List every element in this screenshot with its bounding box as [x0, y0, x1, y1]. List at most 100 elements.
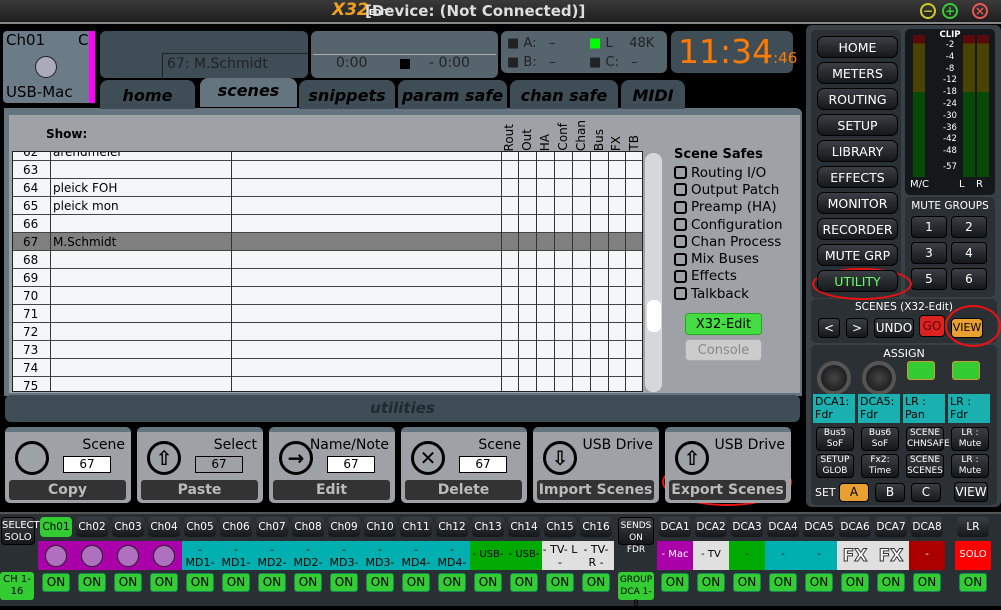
table-row[interactable]: 69 — [13, 269, 642, 287]
tab-snippets[interactable]: snippets — [299, 80, 395, 109]
channel-select-dca1[interactable]: DCA1 — [659, 517, 691, 537]
on-button[interactable]: ON — [186, 573, 214, 592]
table-row[interactable]: 67 M.Schmidt — [13, 233, 642, 251]
stop-icon[interactable] — [400, 59, 410, 69]
minimize-icon[interactable]: − — [920, 3, 936, 19]
channel-select-dca6[interactable]: DCA6 — [839, 517, 871, 537]
on-button[interactable]: ON — [546, 573, 574, 592]
channel-select-ch06[interactable]: Ch06 — [220, 517, 252, 537]
assign-knob[interactable] — [952, 361, 980, 380]
table-row[interactable]: 65 pleick mon — [13, 197, 642, 215]
mute-group-4[interactable]: 4 — [951, 242, 987, 264]
x32edit-button[interactable]: X32-Edit — [685, 313, 762, 335]
on-button[interactable]: ON — [294, 573, 322, 592]
safe-checkbox[interactable]: Mix Buses — [674, 250, 783, 267]
checkbox-icon[interactable] — [674, 235, 687, 249]
assign-button[interactable]: Fx2: Time — [861, 454, 899, 478]
nav-library[interactable]: LIBRARY — [817, 140, 898, 162]
on-button[interactable]: ON — [42, 573, 70, 592]
nav-mute-grp[interactable]: MUTE GRP — [817, 244, 898, 266]
mute-group-2[interactable]: 2 — [951, 216, 987, 238]
assign-button[interactable]: Bus6 SoF — [861, 427, 899, 451]
on-button[interactable]: ON — [959, 573, 987, 592]
paste-icon[interactable]: ⇧ — [147, 441, 181, 475]
mute-group-6[interactable]: 6 — [951, 268, 987, 290]
on-button[interactable]: ON — [366, 573, 394, 592]
on-button[interactable]: ON — [258, 573, 286, 592]
nav-routing[interactable]: ROUTING — [817, 88, 898, 110]
channel-select-ch07[interactable]: Ch07 — [256, 517, 288, 537]
set-c-button[interactable]: C — [911, 483, 941, 502]
on-button[interactable]: ON — [769, 573, 797, 592]
channel-select-ch14[interactable]: Ch14 — [508, 517, 540, 537]
usb-import-icon[interactable]: ⇩ — [543, 441, 577, 475]
channel-select-ch02[interactable]: Ch02 — [76, 517, 108, 537]
checkbox-icon[interactable] — [674, 200, 687, 214]
scene-number-field[interactable]: 67 — [327, 456, 375, 473]
copy-icon[interactable] — [15, 441, 49, 475]
channel-select-ch15[interactable]: Ch15 — [544, 517, 576, 537]
on-button[interactable]: ON — [582, 573, 610, 592]
next-scene-button[interactable]: > — [846, 318, 868, 338]
scrollbar[interactable] — [645, 153, 662, 392]
scene-number-field[interactable]: 67 — [63, 456, 111, 473]
delete-button[interactable]: Delete — [405, 480, 522, 500]
tab-home[interactable]: home — [100, 80, 195, 109]
table-row[interactable]: 75 — [13, 377, 642, 391]
undo-button[interactable]: UNDO — [874, 318, 914, 338]
on-button[interactable]: ON — [913, 573, 941, 592]
checkbox-icon[interactable] — [674, 287, 687, 301]
group-dca-button[interactable]: GROUP DCA 1-8 — [618, 572, 654, 609]
assign-knob[interactable] — [862, 361, 896, 395]
scene-number-field[interactable]: 67 — [459, 456, 507, 473]
usb-export-icon[interactable]: ⇧ — [675, 441, 709, 475]
scene-number-field[interactable]: 67 — [195, 456, 243, 473]
nav-monitor[interactable]: MONITOR — [817, 192, 898, 214]
safe-checkbox[interactable]: Configuration — [674, 216, 783, 233]
tab-scenes[interactable]: scenes — [200, 78, 297, 107]
export-scenes-button[interactable]: Export Scenes — [669, 480, 786, 500]
checkbox-icon[interactable] — [674, 166, 687, 180]
channel-select-ch01[interactable]: Ch01 — [40, 517, 72, 537]
select-solo-button[interactable]: SELECT SOLO — [1, 517, 40, 545]
channel-select-ch10[interactable]: Ch10 — [364, 517, 396, 537]
tab-chan-safe[interactable]: chan safe — [510, 80, 618, 109]
channel-select-ch03[interactable]: Ch03 — [112, 517, 144, 537]
on-button[interactable]: ON — [877, 573, 905, 592]
table-row[interactable]: 70 — [13, 287, 642, 305]
on-button[interactable]: ON — [222, 573, 250, 592]
mute-group-5[interactable]: 5 — [911, 268, 947, 290]
channel-select-ch12[interactable]: Ch12 — [436, 517, 468, 537]
checkbox-icon[interactable] — [674, 252, 687, 266]
on-button[interactable]: ON — [510, 573, 538, 592]
nav-utility[interactable]: UTILITY — [817, 270, 898, 292]
mute-group-3[interactable]: 3 — [911, 242, 947, 264]
table-row[interactable]: 74 — [13, 359, 642, 377]
sends-on-fader-button[interactable]: SENDS ON FDR — [618, 517, 654, 555]
on-button[interactable]: ON — [438, 573, 466, 592]
close-icon[interactable]: × — [972, 3, 988, 19]
copy-button[interactable]: Copy — [9, 480, 126, 500]
edit-button[interactable]: Edit — [273, 480, 390, 500]
nav-effects[interactable]: EFFECTS — [817, 166, 898, 188]
import-scenes-button[interactable]: Import Scenes — [537, 480, 654, 500]
on-button[interactable]: ON — [474, 573, 502, 592]
on-button[interactable]: ON — [841, 573, 869, 592]
channel-select-dca4[interactable]: DCA4 — [767, 517, 799, 537]
channel-select-ch08[interactable]: Ch08 — [292, 517, 324, 537]
assign-button[interactable]: SETUP GLOB — [816, 454, 854, 478]
channel-select-dca5[interactable]: DCA5 — [803, 517, 835, 537]
set-a-button[interactable]: A — [839, 483, 869, 502]
table-row[interactable]: 64 pleick FOH — [13, 179, 642, 197]
channel-select-dca7[interactable]: DCA7 — [875, 517, 907, 537]
maximize-icon[interactable]: + — [942, 3, 958, 19]
on-button[interactable]: ON — [78, 573, 106, 592]
assign-button[interactable]: Bus5 SoF — [816, 427, 854, 451]
console-button[interactable]: Console — [685, 339, 762, 361]
table-row[interactable]: 71 — [13, 305, 642, 323]
on-button[interactable]: ON — [150, 573, 178, 592]
assign-button[interactable]: SCENE CHNSAFE — [906, 427, 950, 451]
safe-checkbox[interactable]: Routing I/O — [674, 164, 783, 181]
channel-select-ch05[interactable]: Ch05 — [184, 517, 216, 537]
assign-button[interactable]: SCENE SCENES — [906, 454, 944, 478]
